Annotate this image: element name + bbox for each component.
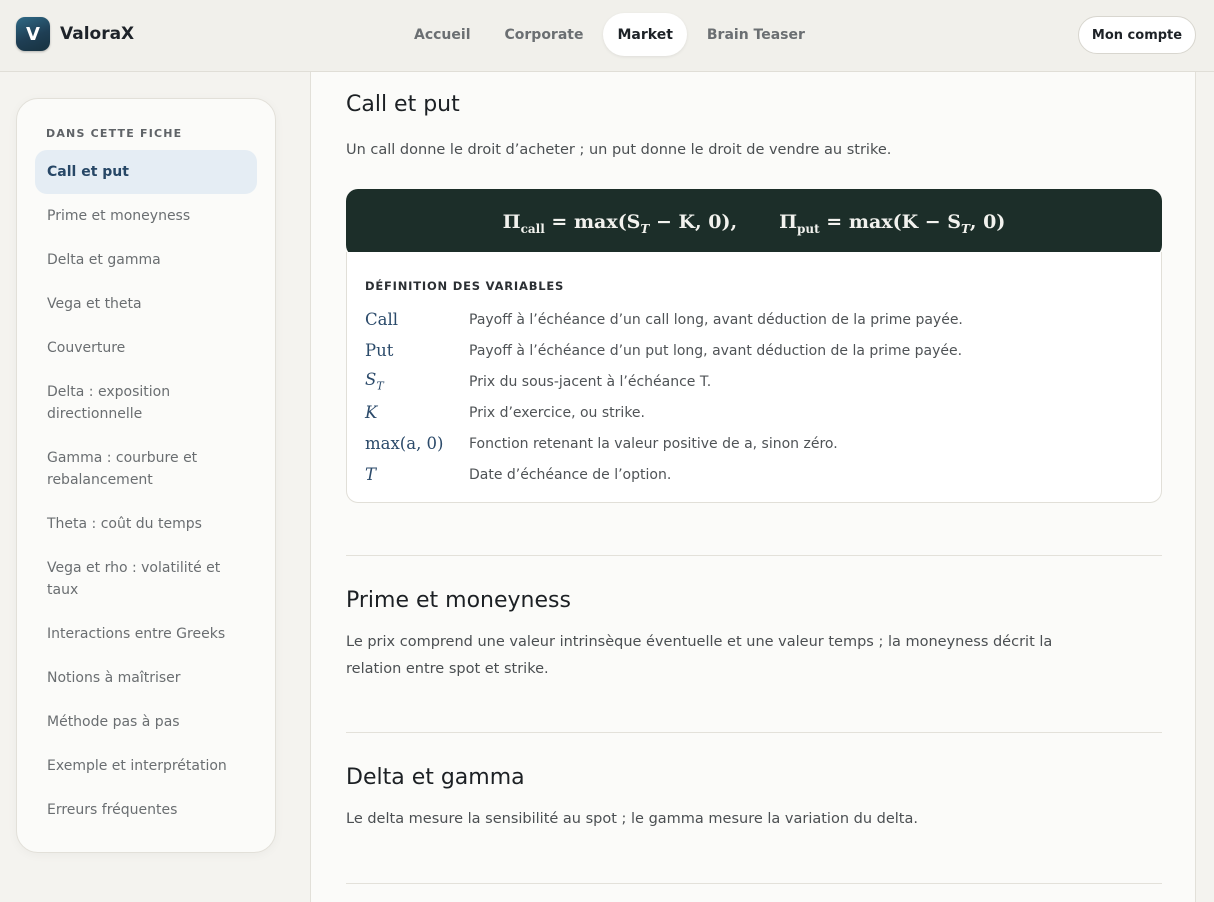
put-payoff-formula: Πput = max(K − ST, 0) bbox=[779, 210, 1006, 236]
nav-tab-accueil[interactable]: Accueil bbox=[400, 13, 485, 56]
variable-row: T Date d’échéance de l’option. bbox=[365, 459, 1143, 490]
section-divider bbox=[346, 883, 1162, 884]
brand[interactable]: V ValoraX bbox=[16, 17, 134, 51]
toc-item-call-et-put[interactable]: Call et put bbox=[35, 150, 257, 194]
variable-row: Call Payoff à l’échéance d’un call long,… bbox=[365, 304, 1143, 335]
variable-symbol: K bbox=[365, 403, 378, 422]
brand-logo-icon: V bbox=[16, 17, 50, 51]
variable-symbol: T bbox=[365, 465, 377, 484]
toc-item-methode[interactable]: Méthode pas à pas bbox=[35, 700, 257, 744]
brand-name: ValoraX bbox=[60, 24, 135, 44]
section-delta-et-gamma: Delta et gamma Le delta mesure la sensib… bbox=[346, 765, 1162, 833]
toc-item-couverture[interactable]: Couverture bbox=[35, 326, 257, 370]
variable-description: Prix d’exercice, ou strike. bbox=[469, 404, 645, 421]
table-of-contents: DANS CETTE FICHE Call et put Prime et mo… bbox=[16, 98, 276, 853]
call-payoff-formula: Πcall = max(ST − K, 0), bbox=[502, 210, 738, 236]
variable-row: max(a, 0) Fonction retenant la valeur po… bbox=[365, 428, 1143, 459]
toc-item-vega-rho[interactable]: Vega et rho : volatilité et taux bbox=[35, 546, 257, 612]
variable-description: Fonction retenant la valeur positive de … bbox=[469, 435, 838, 452]
section-text: Un call donne le droit d’acheter ; un pu… bbox=[346, 142, 892, 158]
variable-row: ST Prix du sous-jacent à l’échéance T. bbox=[365, 366, 1143, 397]
toc-item-vega-et-theta[interactable]: Vega et theta bbox=[35, 282, 257, 326]
formula-box: Πcall = max(ST − K, 0), Πput = max(K − S… bbox=[346, 189, 1162, 257]
variable-description: Payoff à l’échéance d’un put long, avant… bbox=[469, 342, 963, 359]
toc-item-erreurs[interactable]: Erreurs fréquentes bbox=[35, 788, 257, 832]
account-button[interactable]: Mon compte bbox=[1078, 16, 1196, 54]
variable-symbol: Put bbox=[365, 341, 394, 360]
section-text: Le prix comprend une valeur intrinsèque … bbox=[346, 634, 1053, 677]
variable-description: Payoff à l’échéance d’un call long, avan… bbox=[469, 311, 963, 328]
variable-description: Date d’échéance de l’option. bbox=[469, 466, 672, 483]
section-divider bbox=[346, 555, 1162, 556]
variable-symbol: ST bbox=[365, 370, 384, 393]
toc-item-prime-et-moneyness[interactable]: Prime et moneyness bbox=[35, 194, 257, 238]
nav-tab-market[interactable]: Market bbox=[603, 13, 687, 56]
toc-item-exemple[interactable]: Exemple et interprétation bbox=[35, 744, 257, 788]
section-title: Prime et moneyness bbox=[346, 588, 571, 613]
toc-item-theta-cout[interactable]: Theta : coût du temps bbox=[35, 502, 257, 546]
section-prime-et-moneyness: Prime et moneyness Le prix comprend une … bbox=[346, 588, 1162, 683]
variables-heading: DÉFINITION DES VARIABLES bbox=[365, 279, 565, 293]
variable-row: Put Payoff à l’échéance d’un put long, a… bbox=[365, 335, 1143, 366]
variables-definition-box: DÉFINITION DES VARIABLES Call Payoff à l… bbox=[346, 252, 1162, 503]
toc-item-delta-et-gamma[interactable]: Delta et gamma bbox=[35, 238, 257, 282]
toc-item-gamma-courbure[interactable]: Gamma : courbure et rebalancement bbox=[35, 436, 257, 502]
main-nav: Accueil Corporate Market Brain Teaser bbox=[400, 13, 819, 56]
variable-symbol: Call bbox=[365, 310, 399, 329]
toc-item-interactions-greeks[interactable]: Interactions entre Greeks bbox=[35, 612, 257, 656]
nav-tab-brain-teaser[interactable]: Brain Teaser bbox=[693, 13, 819, 56]
toc-item-delta-exposition[interactable]: Delta : exposition directionnelle bbox=[35, 370, 257, 436]
toc-heading: DANS CETTE FICHE bbox=[46, 127, 183, 140]
variable-symbol: max(a, 0) bbox=[365, 434, 444, 453]
top-navigation-bar: V ValoraX Accueil Corporate Market Brain… bbox=[0, 0, 1214, 72]
variable-description: Prix du sous-jacent à l’échéance T. bbox=[469, 373, 712, 390]
section-divider bbox=[346, 732, 1162, 733]
section-call-et-put: Call et put Un call donne le droit d’ach… bbox=[346, 92, 1162, 164]
section-title: Delta et gamma bbox=[346, 765, 525, 790]
section-title: Call et put bbox=[346, 92, 460, 117]
variable-row: K Prix d’exercice, ou strike. bbox=[365, 397, 1143, 428]
toc-item-notions[interactable]: Notions à maîtriser bbox=[35, 656, 257, 700]
nav-tab-corporate[interactable]: Corporate bbox=[491, 13, 598, 56]
section-text: Le delta mesure la sensibilité au spot ;… bbox=[346, 811, 918, 827]
main-content: Call et put Un call donne le droit d’ach… bbox=[310, 72, 1196, 902]
